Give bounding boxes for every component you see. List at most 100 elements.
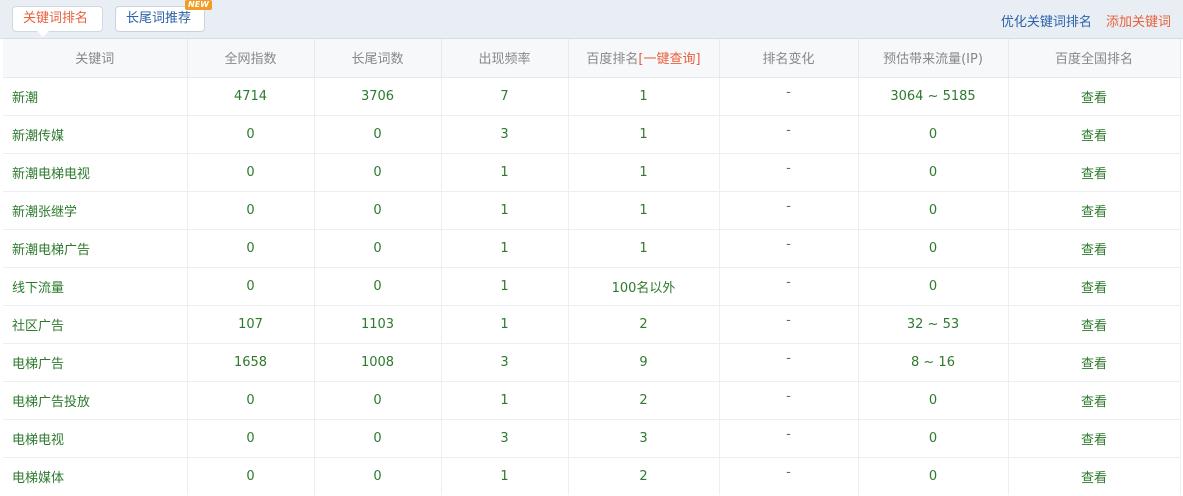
- rank-change-cell: -: [719, 77, 859, 116]
- keyword-cell: 新潮传媒: [3, 115, 188, 154]
- rank-cell: 1: [568, 115, 720, 154]
- view-national-rank-link[interactable]: 查看: [1008, 457, 1181, 495]
- view-national-rank-link[interactable]: 查看: [1008, 381, 1181, 420]
- header-baidu-rank: 百度排名[一键查询]: [568, 39, 720, 78]
- view-national-rank-link[interactable]: 查看: [1008, 229, 1181, 268]
- rank-cell: 1: [568, 153, 720, 192]
- rank-change-cell: -: [719, 381, 859, 420]
- optimize-ranking-link[interactable]: 优化关键词排名: [1001, 15, 1092, 30]
- tab-longtail-recommend[interactable]: 长尾词推荐 NEW: [115, 0, 212, 32]
- traffic-cell: 0: [858, 115, 1009, 154]
- traffic-cell: 3064 ~ 5185: [858, 77, 1009, 116]
- view-national-rank-link[interactable]: 查看: [1008, 419, 1181, 458]
- rank-change-cell: -: [719, 115, 859, 154]
- view-national-rank-link[interactable]: 查看: [1008, 191, 1181, 230]
- traffic-cell: 8 ~ 16: [858, 343, 1009, 382]
- rank-change-cell: -: [719, 229, 859, 268]
- header-longtail: 长尾词数: [314, 39, 442, 78]
- view-national-rank-link[interactable]: 查看: [1008, 115, 1181, 154]
- keyword-cell: 社区广告: [3, 305, 188, 344]
- frequency-cell: 1: [441, 381, 569, 420]
- rank-change-cell: -: [719, 343, 859, 382]
- longtail-cell: 0: [314, 457, 442, 495]
- longtail-cell: 0: [314, 153, 442, 192]
- rank-cell: 2: [568, 381, 720, 420]
- header-keyword: 关键词: [3, 39, 188, 78]
- rank-change-cell: -: [719, 153, 859, 192]
- one-click-query-link[interactable]: [一键查询]: [638, 52, 700, 67]
- index-cell: 0: [187, 267, 315, 306]
- table-row: 社区广告 107 1103 1 2-32 ~ 53 查看: [3, 305, 1181, 344]
- keyword-cell: 电梯电视: [3, 419, 188, 458]
- view-national-rank-link[interactable]: 查看: [1008, 153, 1181, 192]
- view-national-rank-link[interactable]: 查看: [1008, 305, 1181, 344]
- traffic-cell: 32 ~ 53: [858, 305, 1009, 344]
- traffic-cell: 0: [858, 381, 1009, 420]
- header-national-rank: 百度全国排名: [1008, 39, 1181, 78]
- header-rank-label: 百度排名: [586, 52, 639, 68]
- longtail-cell: 1103: [314, 305, 442, 344]
- index-cell: 0: [187, 191, 315, 230]
- header-traffic: 预估带来流量(IP): [858, 39, 1009, 78]
- longtail-cell: 0: [314, 191, 442, 230]
- frequency-cell: 3: [441, 115, 569, 154]
- table-row: 电梯媒体 0 0 1 2-0 查看: [3, 457, 1181, 495]
- keyword-table: 关键词 全网指数 长尾词数 出现频率 百度排名[一键查询] 排名变化 预估带来流…: [3, 39, 1181, 495]
- longtail-cell: 0: [314, 229, 442, 268]
- longtail-cell: 0: [314, 381, 442, 420]
- index-cell: 0: [187, 419, 315, 458]
- add-keyword-link[interactable]: 添加关键词: [1106, 15, 1171, 30]
- index-cell: 0: [187, 115, 315, 154]
- table-row: 新潮张继学 0 0 1 1-0 查看: [3, 191, 1181, 230]
- view-national-rank-link[interactable]: 查看: [1008, 343, 1181, 382]
- frequency-cell: 1: [441, 153, 569, 192]
- traffic-cell: 0: [858, 191, 1009, 230]
- rank-cell: 2: [568, 305, 720, 344]
- index-cell: 1658: [187, 343, 315, 382]
- longtail-cell: 0: [314, 115, 442, 154]
- traffic-cell: 0: [858, 267, 1009, 306]
- keyword-cell: 新潮电梯广告: [3, 229, 188, 268]
- traffic-cell: 0: [858, 153, 1009, 192]
- index-cell: 4714: [187, 77, 315, 116]
- frequency-cell: 1: [441, 305, 569, 344]
- rank-change-cell: -: [719, 457, 859, 495]
- index-cell: 107: [187, 305, 315, 344]
- table-row: 新潮电梯广告 0 0 1 1-0 查看: [3, 229, 1181, 268]
- rank-cell: 2: [568, 457, 720, 495]
- rank-cell: 100名以外: [568, 267, 720, 306]
- keyword-cell: 电梯广告: [3, 343, 188, 382]
- index-cell: 0: [187, 229, 315, 268]
- frequency-cell: 3: [441, 419, 569, 458]
- toolbar: 关键词排名 长尾词推荐 NEW 优化关键词排名 添加关键词: [0, 0, 1183, 39]
- rank-cell: 1: [568, 77, 720, 116]
- table-row: 新潮传媒 0 0 3 1-0 查看: [3, 115, 1181, 154]
- rank-change-cell: -: [719, 191, 859, 230]
- keyword-cell: 新潮张继学: [3, 191, 188, 230]
- longtail-cell: 0: [314, 419, 442, 458]
- table-row: 线下流量 0 0 1 100名以外 -0 查看: [3, 267, 1181, 306]
- header-rank-change: 排名变化: [719, 39, 859, 78]
- keyword-cell: 新潮: [3, 77, 188, 116]
- table-row: 电梯广告 1658 1008 3 9-8 ~ 16 查看: [3, 343, 1181, 382]
- table-row: 电梯电视 0 0 3 3-0 查看: [3, 419, 1181, 458]
- view-national-rank-link[interactable]: 查看: [1008, 267, 1181, 306]
- table-row: 电梯广告投放 0 0 1 2-0 查看: [3, 381, 1181, 420]
- view-national-rank-link[interactable]: 查看: [1008, 77, 1181, 116]
- frequency-cell: 3: [441, 343, 569, 382]
- longtail-cell: 3706: [314, 77, 442, 116]
- rank-cell: 3: [568, 419, 720, 458]
- table-row: 新潮 4714 3706 7 1-3064 ~ 5185 查看: [3, 77, 1181, 116]
- frequency-cell: 1: [441, 191, 569, 230]
- traffic-cell: 0: [858, 229, 1009, 268]
- frequency-cell: 1: [441, 229, 569, 268]
- new-badge: NEW: [185, 0, 212, 10]
- traffic-cell: 0: [858, 457, 1009, 495]
- toolbar-actions: 优化关键词排名 添加关键词: [1001, 11, 1171, 30]
- rank-cell: 9: [568, 343, 720, 382]
- keyword-cell: 电梯广告投放: [3, 381, 188, 420]
- tab-keyword-ranking[interactable]: 关键词排名: [12, 6, 103, 37]
- index-cell: 0: [187, 153, 315, 192]
- tab-longtail-label: 长尾词推荐: [126, 11, 192, 26]
- rank-change-cell: -: [719, 419, 859, 458]
